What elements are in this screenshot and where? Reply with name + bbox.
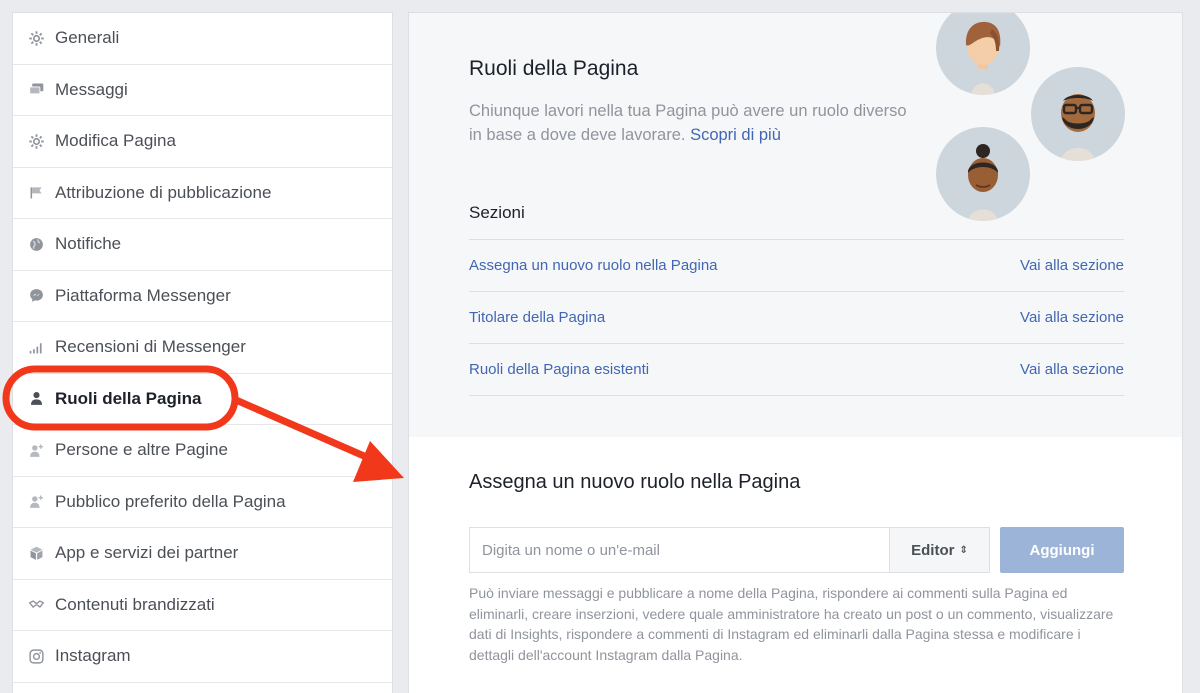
sidebar-item-label: App e servizi dei partner bbox=[55, 543, 239, 563]
person-icon bbox=[27, 390, 45, 408]
roles-description: Chiunque lavori nella tua Pagina può ave… bbox=[469, 99, 909, 147]
sections-heading: Sezioni bbox=[469, 203, 525, 222]
sidebar-item-label: Modifica Pagina bbox=[55, 131, 176, 151]
sidebar-item-app-servizi-partner[interactable]: App e servizi dei partner bbox=[13, 528, 392, 580]
section-go-link[interactable]: Vai alla sezione bbox=[1020, 309, 1124, 326]
messenger-icon bbox=[27, 287, 45, 305]
sidebar-item-persone-altre-pagine[interactable]: Persone e altre Pagine bbox=[13, 425, 392, 477]
sidebar-item-label: Persone e altre Pagine bbox=[55, 440, 228, 460]
roles-header: Ruoli della Pagina Chiunque lavori nella… bbox=[409, 13, 1182, 437]
sort-caret-icon: ⇕ bbox=[959, 544, 968, 556]
section-link-assegna[interactable]: Assegna un nuovo ruolo nella Pagina bbox=[469, 257, 718, 274]
section-row: Assegna un nuovo ruolo nella Pagina Vai … bbox=[469, 240, 1124, 292]
sidebar-item-generali[interactable]: Generali bbox=[13, 13, 392, 65]
avatar-illustration-1 bbox=[936, 13, 1030, 95]
page-title: Ruoli della Pagina bbox=[469, 57, 639, 80]
sidebar-item-modifica-pagina[interactable]: Modifica Pagina bbox=[13, 116, 392, 168]
section-link-ruoli-esistenti[interactable]: Ruoli della Pagina esistenti bbox=[469, 361, 649, 378]
gear-icon bbox=[27, 132, 45, 150]
sidebar-item-label: Contenuti brandizzati bbox=[55, 594, 215, 614]
gear-icon bbox=[27, 29, 45, 47]
sidebar-item-ruoli-pagina[interactable]: Ruoli della Pagina bbox=[13, 374, 392, 425]
person-add-icon bbox=[27, 441, 45, 459]
sidebar-item-label: Attribuzione di pubblicazione bbox=[55, 182, 272, 202]
sections-list: Assegna un nuovo ruolo nella Pagina Vai … bbox=[469, 239, 1124, 396]
signal-bars-icon bbox=[27, 338, 45, 356]
sidebar-item-recensioni-messenger[interactable]: Recensioni di Messenger bbox=[13, 322, 392, 374]
sidebar-item-notifiche[interactable]: Notifiche bbox=[13, 219, 392, 271]
sidebar-item-label: Instagram bbox=[55, 646, 131, 666]
sidebar-item-contenuti-brandizzati[interactable]: Contenuti brandizzati bbox=[13, 580, 392, 631]
sidebar-item-label: Pubblico preferito della Pagina bbox=[55, 491, 286, 511]
avatar-illustration-3 bbox=[936, 127, 1030, 221]
settings-sidebar: Generali Messaggi Modifica Pagina Attrib… bbox=[12, 12, 393, 693]
learn-more-link[interactable]: Scopri di più bbox=[690, 126, 781, 144]
section-go-link[interactable]: Vai alla sezione bbox=[1020, 257, 1124, 274]
section-row: Titolare della Pagina Vai alla sezione bbox=[469, 292, 1124, 344]
person-add-icon bbox=[27, 493, 45, 511]
roles-description-text: Chiunque lavori nella tua Pagina può ave… bbox=[469, 102, 907, 144]
name-email-input[interactable] bbox=[469, 527, 889, 573]
section-link-titolare[interactable]: Titolare della Pagina bbox=[469, 309, 605, 326]
sidebar-item-instagram[interactable]: Instagram bbox=[13, 631, 392, 683]
sidebar-item-piattaforma-messenger[interactable]: Piattaforma Messenger bbox=[13, 271, 392, 322]
assign-role-section: Assegna un nuovo ruolo nella Pagina Edit… bbox=[409, 437, 1182, 693]
handshake-icon bbox=[27, 596, 45, 614]
sidebar-item-label: Recensioni di Messenger bbox=[55, 337, 246, 357]
add-button[interactable]: Aggiungi bbox=[1000, 527, 1124, 573]
messages-icon bbox=[27, 81, 45, 99]
globe-icon bbox=[27, 235, 45, 253]
assign-role-form: Editor ⇕ Aggiungi bbox=[469, 527, 1124, 573]
sidebar-item-messaggi[interactable]: Messaggi bbox=[13, 65, 392, 116]
flag-icon bbox=[27, 184, 45, 202]
role-select[interactable]: Editor ⇕ bbox=[889, 527, 990, 573]
cube-icon bbox=[27, 544, 45, 562]
section-row: Ruoli della Pagina esistenti Vai alla se… bbox=[469, 344, 1124, 396]
sidebar-item-label: Piattaforma Messenger bbox=[55, 285, 231, 305]
sidebar-item-label: Ruoli della Pagina bbox=[55, 388, 202, 408]
section-go-link[interactable]: Vai alla sezione bbox=[1020, 361, 1124, 378]
sidebar-item-pubblico-preferito[interactable]: Pubblico preferito della Pagina bbox=[13, 477, 392, 528]
sidebar-item-label: Messaggi bbox=[55, 79, 128, 99]
sidebar-item-attribuzione[interactable]: Attribuzione di pubblicazione bbox=[13, 168, 392, 219]
assign-role-title: Assegna un nuovo ruolo nella Pagina bbox=[469, 471, 801, 493]
instagram-icon bbox=[27, 647, 45, 665]
sidebar-item-label: Generali bbox=[55, 28, 120, 48]
role-help-text: Può inviare messaggi e pubblicare a nome… bbox=[469, 585, 1114, 663]
role-select-value: Editor bbox=[911, 541, 955, 559]
avatar-illustration-2 bbox=[1031, 67, 1125, 161]
page-roles-panel: Ruoli della Pagina Chiunque lavori nella… bbox=[408, 12, 1183, 693]
sidebar-item-label: Notifiche bbox=[55, 234, 122, 254]
